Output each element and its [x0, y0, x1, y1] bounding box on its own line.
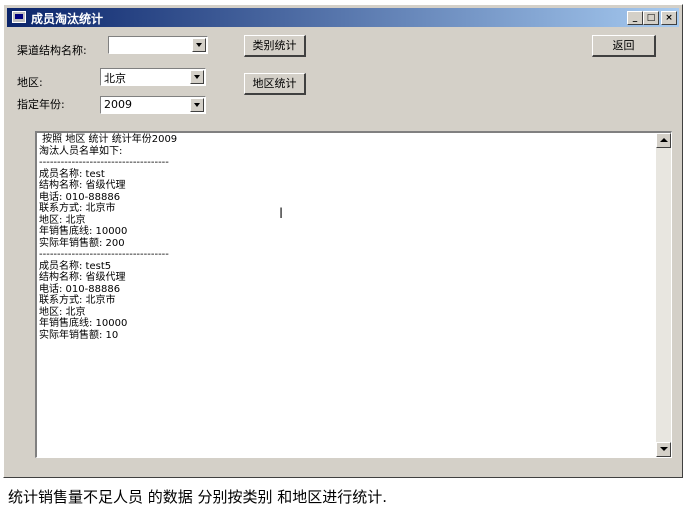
- category-stats-button[interactable]: 类别统计: [244, 35, 306, 57]
- window-title: 成员淘汰统计: [31, 12, 104, 26]
- year-dropdown-arrow-icon[interactable]: [190, 98, 204, 112]
- channel-label: 渠道结构名称:: [17, 44, 87, 57]
- report-textarea[interactable]: 按照 地区 统计 统计年份2009 淘汰人员名单如下: ------------…: [35, 131, 672, 458]
- minimize-button[interactable]: _: [627, 11, 643, 25]
- close-button[interactable]: ×: [661, 11, 677, 25]
- report-text: 按照 地区 统计 统计年份2009 淘汰人员名单如下: ------------…: [39, 134, 178, 341]
- region-select[interactable]: 北京: [100, 68, 206, 86]
- caption-text: 统计销售量不足人员 的数据 分别按类别 和地区进行统计.: [8, 488, 388, 506]
- region-label: 地区:: [17, 76, 43, 89]
- vertical-scrollbar[interactable]: [656, 133, 671, 457]
- app-icon: [12, 11, 26, 23]
- year-select[interactable]: 2009: [100, 96, 206, 114]
- year-value: 2009: [104, 98, 132, 111]
- region-stats-button[interactable]: 地区统计: [244, 73, 306, 95]
- text-cursor-icon: I: [279, 206, 284, 222]
- maximize-button[interactable]: □: [643, 11, 659, 25]
- region-dropdown-arrow-icon[interactable]: [190, 70, 204, 84]
- region-value: 北京: [104, 72, 126, 85]
- channel-dropdown-arrow-icon[interactable]: [192, 38, 206, 52]
- back-button[interactable]: 返回: [592, 35, 656, 57]
- scroll-up-arrow-icon[interactable]: [656, 133, 671, 148]
- title-bar[interactable]: 成员淘汰统计 _ □ ×: [7, 8, 679, 27]
- channel-select[interactable]: [108, 36, 208, 54]
- scroll-down-arrow-icon[interactable]: [656, 442, 671, 457]
- year-label: 指定年份:: [17, 98, 65, 111]
- app-window: 成员淘汰统计 _ □ × 渠道结构名称: 地区: 北京 指定年份: 2009 类…: [3, 4, 683, 478]
